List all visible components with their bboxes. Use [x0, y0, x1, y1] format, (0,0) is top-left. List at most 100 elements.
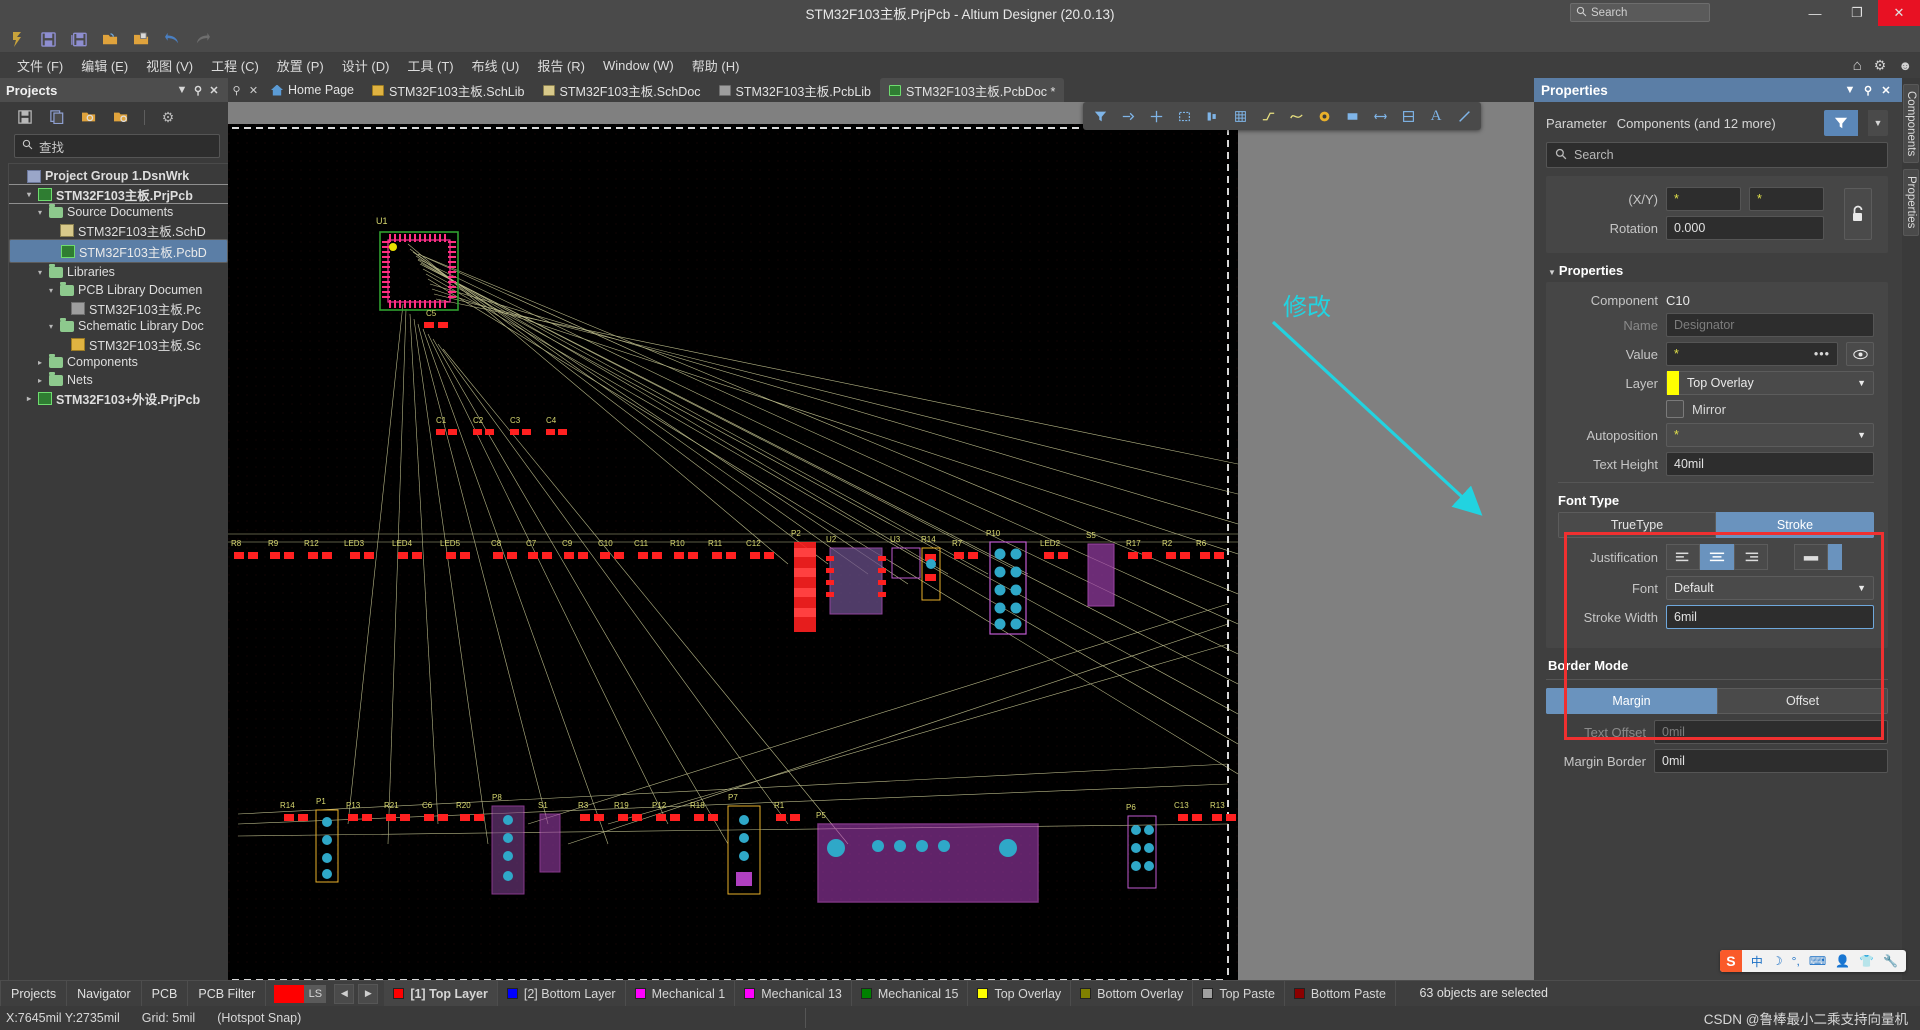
pin-icon[interactable]: ⚲: [228, 78, 245, 102]
grid-icon[interactable]: [1228, 105, 1252, 127]
vtab-properties[interactable]: Properties: [1903, 169, 1919, 236]
stroke-width-field[interactable]: 6mil: [1666, 605, 1874, 629]
y-field[interactable]: *: [1749, 187, 1824, 211]
layer-set-button[interactable]: LS: [304, 984, 327, 1003]
tree-item[interactable]: ▸ Components: [9, 353, 228, 371]
layer-tab[interactable]: Bottom Overlay: [1071, 981, 1194, 1006]
font-select[interactable]: Default ▼: [1666, 576, 1874, 600]
tree-item[interactable]: STM32F103主板.SchD: [9, 221, 228, 239]
bottom-tab-navigator[interactable]: Navigator: [67, 981, 142, 1006]
layer-tab[interactable]: [1] Top Layer: [384, 981, 498, 1006]
ime-toolbar[interactable]: S 中 ☽ °, ⌨ 👤 👕 🔧: [1719, 950, 1906, 972]
menu-item-edit[interactable]: 编辑 (E): [72, 54, 137, 77]
ime-moon-icon[interactable]: ☽: [1772, 954, 1783, 968]
save-project-icon[interactable]: [14, 107, 36, 127]
pcb-canvas[interactable]: A U1 C5 C1 C2 C3 C4 R8 R9 R12 LED3 LED4 …: [228, 102, 1534, 980]
menu-item-reports[interactable]: 报告 (R): [528, 54, 594, 77]
menu-item-window[interactable]: Window (W): [594, 56, 683, 75]
crosshair-icon[interactable]: [1144, 105, 1168, 127]
tree-item[interactable]: ▸ STM32F103+外设.PrjPcb: [9, 389, 228, 407]
layer-tab[interactable]: Top Overlay: [968, 981, 1072, 1006]
tree-item[interactable]: ▾ Source Documents: [9, 203, 228, 221]
tab-pcblib[interactable]: STM32F103主板.PcbLib: [710, 78, 880, 102]
open-folder-search-icon[interactable]: [78, 107, 100, 127]
dimension-icon[interactable]: [1368, 105, 1392, 127]
tab-home-page[interactable]: Home Page: [262, 78, 363, 102]
maximize-button[interactable]: ❐: [1836, 0, 1878, 26]
open-project-icon[interactable]: [130, 29, 152, 49]
close-button[interactable]: ✕: [1878, 0, 1920, 26]
tab-pcbdoc[interactable]: STM32F103主板.PcbDoc *: [880, 78, 1065, 102]
tree-item[interactable]: ▸ Nets: [9, 371, 228, 389]
layer-tab[interactable]: Mechanical 1: [626, 981, 736, 1006]
bottom-tab-pcb-filter[interactable]: PCB Filter: [188, 981, 267, 1006]
tree-item[interactable]: STM32F103主板.Pc: [9, 299, 228, 317]
mirror-checkbox[interactable]: [1666, 400, 1684, 418]
name-field[interactable]: Designator: [1666, 313, 1874, 337]
save-all-icon[interactable]: [68, 29, 90, 49]
via-icon[interactable]: [1312, 105, 1336, 127]
user-icon[interactable]: ☻: [1898, 58, 1912, 73]
bottom-tab-projects[interactable]: Projects: [0, 981, 68, 1006]
save-icon[interactable]: [37, 29, 59, 49]
menu-item-route[interactable]: 布线 (U): [463, 54, 529, 77]
tree-item[interactable]: STM32F103主板.Sc: [9, 335, 228, 353]
polygon-icon[interactable]: [1340, 105, 1364, 127]
chevron-down-icon[interactable]: ▼: [1548, 268, 1556, 277]
layer-tab[interactable]: [2] Bottom Layer: [498, 981, 626, 1006]
tab-schdoc[interactable]: STM32F103主板.SchDoc: [534, 78, 710, 102]
chevron-down-icon[interactable]: ▾: [24, 190, 34, 199]
chevron-down-icon[interactable]: ▾: [35, 208, 45, 217]
align-center-icon[interactable]: [1700, 544, 1734, 570]
menu-item-help[interactable]: 帮助 (H): [683, 54, 749, 77]
ime-skin-icon[interactable]: 👕: [1859, 954, 1874, 968]
filter-icon[interactable]: [1088, 105, 1112, 127]
net-icon[interactable]: [1116, 105, 1140, 127]
chevron-down-icon[interactable]: ▾: [35, 268, 45, 277]
text-height-field[interactable]: 40mil: [1666, 452, 1874, 476]
menu-item-project[interactable]: 工程 (C): [202, 54, 268, 77]
project-options-icon[interactable]: [110, 107, 132, 127]
tree-item[interactable]: ▾ Schematic Library Doc: [9, 317, 228, 335]
layer-tab[interactable]: Mechanical 13: [735, 981, 852, 1006]
layer-set-color-swatch[interactable]: [274, 984, 305, 1003]
tree-item[interactable]: ▾ STM32F103主板.PrjPcb: [9, 184, 228, 204]
chevron-down-icon[interactable]: ▼: [1857, 430, 1866, 440]
font-type-stroke-button[interactable]: Stroke: [1716, 512, 1874, 538]
rotation-field[interactable]: 0.000: [1666, 216, 1824, 240]
altium-logo-icon[interactable]: [6, 29, 28, 49]
open-icon[interactable]: [99, 29, 121, 49]
pcb-board-view[interactable]: U1 C5 C1 C2 C3 C4 R8 R9 R12 LED3 LED4 LE…: [228, 124, 1238, 980]
route-icon[interactable]: [1256, 105, 1280, 127]
close-icon[interactable]: ✕: [1877, 84, 1895, 97]
settings-gear-icon[interactable]: ⚙: [157, 107, 179, 127]
text-offset-field[interactable]: 0mil: [1654, 720, 1888, 744]
chevron-right-icon[interactable]: ▸: [35, 358, 45, 367]
ime-punctuation-icon[interactable]: °,: [1792, 954, 1800, 968]
eye-icon[interactable]: [1846, 342, 1874, 366]
vtab-components[interactable]: Components: [1903, 84, 1919, 164]
ime-keyboard-icon[interactable]: ⌨: [1809, 954, 1826, 968]
interactive-route-icon[interactable]: [1284, 105, 1308, 127]
project-tree[interactable]: Project Group 1.DsnWrk ▾ STM32F103主板.PrjPc…: [8, 163, 228, 980]
menu-item-design[interactable]: 设计 (D): [333, 54, 399, 77]
autoposition-select[interactable]: * ▼: [1666, 423, 1874, 447]
chevron-down-icon[interactable]: ▼: [1857, 378, 1866, 388]
close-icon[interactable]: ✕: [206, 84, 222, 97]
chevron-right-icon[interactable]: ▸: [35, 376, 45, 385]
chart-icon[interactable]: [1396, 105, 1420, 127]
tree-item[interactable]: STM32F103主板.PcbD: [9, 239, 228, 263]
align-left-icon[interactable]: [1666, 544, 1700, 570]
chevron-down-icon[interactable]: ▾: [46, 322, 56, 331]
properties-search-input[interactable]: Search: [1546, 142, 1888, 168]
chevron-right-icon[interactable]: ▸: [24, 394, 34, 403]
align-right-icon[interactable]: [1734, 544, 1768, 570]
line-icon[interactable]: [1452, 105, 1476, 127]
layer-select[interactable]: Top Overlay ▼: [1666, 371, 1874, 395]
layer-tab[interactable]: Mechanical 15: [852, 981, 969, 1006]
select-rect-icon[interactable]: [1172, 105, 1196, 127]
border-mode-offset-button[interactable]: Offset: [1717, 688, 1888, 714]
text-icon[interactable]: A: [1424, 105, 1448, 127]
close-icon[interactable]: ✕: [245, 78, 262, 102]
align-icon[interactable]: [1200, 105, 1224, 127]
